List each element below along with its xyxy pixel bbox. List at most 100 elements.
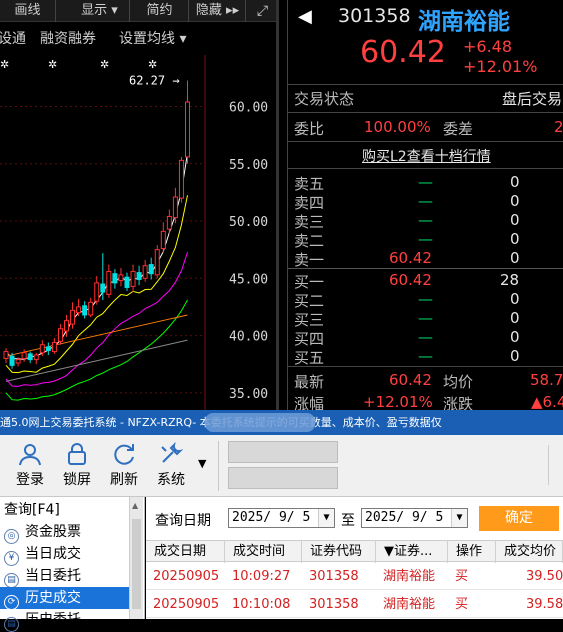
sell-level-label: 卖二 [294, 232, 325, 250]
chevron-down-icon[interactable]: ▼ [198, 457, 206, 470]
event-marker-icon[interactable]: ✲ [0, 58, 9, 71]
event-marker-icon[interactable]: ✲ [48, 58, 57, 71]
sidebar-item[interactable]: ¥ 当日成交 [0, 543, 129, 566]
candle [172, 196, 178, 219]
table-cell: 10:10:08 [232, 597, 291, 612]
sell-level-label: 卖一 [294, 251, 325, 269]
zd-value: ▲6.4 [531, 393, 563, 411]
table-row[interactable]: 20250905 10:10:08 301358 湖南裕能 买 39.580 [146, 591, 563, 618]
sell-level-label: 卖四 [294, 194, 325, 212]
column-header[interactable]: 操作 [448, 541, 496, 563]
candle [100, 283, 106, 293]
tab-settings-partial[interactable]: 设通 [0, 28, 26, 48]
sell-row[interactable]: 卖一 60.42 0 [288, 249, 563, 269]
event-marker-icon[interactable]: ✲ [148, 58, 157, 71]
bell-icon[interactable] [548, 445, 563, 485]
display-menu-button[interactable]: 显示 ▾ [70, 0, 130, 22]
lock-label: 锁屏 [63, 472, 91, 488]
buy-price: — [418, 290, 433, 308]
buy-row[interactable]: 买二 — 0 [288, 290, 563, 310]
candle [27, 353, 33, 361]
confirm-button[interactable]: 确定 [479, 506, 559, 531]
refresh-button[interactable]: 刷新 [102, 441, 146, 489]
candle [130, 270, 136, 287]
buy-row[interactable]: 买五 — 0 [288, 347, 563, 367]
chevron-down-icon[interactable]: ▼ [318, 509, 334, 527]
scroll-up-icon[interactable]: ▲ [132, 501, 141, 515]
sidebar-item-label: 历史委托 [25, 612, 81, 628]
y-tick-label: 50.00 [229, 215, 268, 230]
buy-row[interactable]: 买三 — 0 [288, 309, 563, 329]
y-axis-ticks: 60.00 55.00 50.00 45.00 40.00 35.00 [229, 101, 268, 402]
candle [15, 359, 21, 364]
sell-level-label: 卖三 [294, 213, 325, 231]
query-date-label: 查询日期 [155, 513, 211, 529]
column-header[interactable]: 成交时间 [225, 541, 302, 563]
buy-level-label: 买四 [294, 330, 325, 348]
latest-label: 最新 [294, 373, 325, 391]
back-arrow-icon[interactable]: ◀ [298, 6, 312, 27]
candle [178, 159, 184, 199]
tab-ma-settings[interactable]: 设置均线 ▾ [119, 28, 186, 48]
expand-icon[interactable]: ⤢ [247, 0, 279, 22]
sell-row[interactable]: 卖五 — 0 [288, 173, 563, 193]
candle [106, 270, 112, 295]
y-tick-label: 35.00 [229, 387, 268, 402]
table-header: 成交日期 成交时间 证券代码 ▼证券... 操作 成交均价 [146, 540, 563, 563]
refresh-label: 刷新 [110, 472, 138, 488]
chevron-down-icon[interactable]: ▼ [451, 509, 467, 527]
sidebar-item[interactable]: ⟳ 历史成交 [0, 587, 129, 610]
column-header[interactable]: 成交均价 [496, 541, 563, 563]
candles [3, 80, 190, 369]
event-marker-icon[interactable]: ✲ [100, 58, 109, 71]
trading-system-banner: 通5.0网上交易委托系统 - NFZX-RZRQ- 本委托系统提示的可买数量、成… [0, 410, 563, 435]
status-label: 交易状态 [294, 90, 355, 108]
user-icon [19, 444, 41, 466]
column-header[interactable]: 证券代码 [302, 541, 376, 563]
y-tick-label: 40.00 [229, 330, 268, 345]
redacted-field-1 [228, 441, 338, 463]
sell-row[interactable]: 卖二 — 0 [288, 230, 563, 250]
sidebar-item-label: 历史成交 [25, 590, 81, 606]
peak-annotation: 62.27 → [129, 74, 180, 88]
candle [185, 101, 190, 158]
column-header[interactable]: ▼证券... [376, 541, 448, 563]
buy-l2-link[interactable]: 购买L2查看十档行情 [362, 146, 491, 166]
stock-code: 301358 [338, 5, 411, 27]
event-markers: ✲ ✲ ✲ ✲ [0, 58, 157, 71]
draw-line-button[interactable]: 画线 [0, 0, 56, 22]
candle [166, 215, 172, 230]
buy-level-label: 买五 [294, 349, 325, 367]
tab-margin-trading[interactable]: 融资融券 [40, 28, 96, 48]
sidebar-item[interactable]: ▤ 历史委托 [0, 609, 129, 632]
sidebar-scrollbar[interactable]: ▲ [129, 497, 143, 619]
buy-volume: 28 [500, 271, 520, 289]
column-header[interactable]: 成交日期 [146, 541, 225, 563]
table-row[interactable]: 20250905 10:09:27 301358 湖南裕能 买 39.500 [146, 563, 563, 590]
candle [160, 230, 166, 250]
menu-item-icon: ⟳ [4, 595, 19, 610]
system-button[interactable]: 系统 [149, 441, 193, 489]
candle [148, 264, 154, 275]
buy-row[interactable]: 买四 — 0 [288, 328, 563, 348]
avg-price-label: 均价 [443, 373, 474, 391]
query-header[interactable]: 查询[F4] [0, 499, 129, 521]
start-date-picker[interactable]: 2025/ 9/ 5 ▼ [228, 508, 335, 528]
sell-level-label: 卖五 [294, 175, 325, 193]
sidebar-item[interactable]: ◎ 资金股票 [0, 521, 129, 544]
lock-screen-button[interactable]: 锁屏 [55, 441, 99, 489]
end-date-picker[interactable]: 2025/ 9/ 5 ▼ [361, 508, 468, 528]
sell-row[interactable]: 卖四 — 0 [288, 192, 563, 212]
scroll-thumb[interactable] [132, 519, 141, 609]
candle [142, 265, 148, 279]
buy-row[interactable]: 买一 60.42 28 [288, 271, 563, 291]
sidebar-item[interactable]: ▤ 当日委托 [0, 565, 129, 588]
sell-row[interactable]: 卖三 — 0 [288, 211, 563, 231]
zf-value: +12.01% [363, 393, 433, 411]
buy-volume: 0 [510, 309, 520, 327]
login-button[interactable]: 登录 [8, 441, 52, 489]
hide-button[interactable]: 隐藏 ▸▸ [190, 0, 246, 22]
simple-mode-button[interactable]: 简约 [131, 0, 189, 22]
sell-price: — [418, 211, 433, 229]
table-cell: 湖南裕能 [383, 597, 436, 612]
